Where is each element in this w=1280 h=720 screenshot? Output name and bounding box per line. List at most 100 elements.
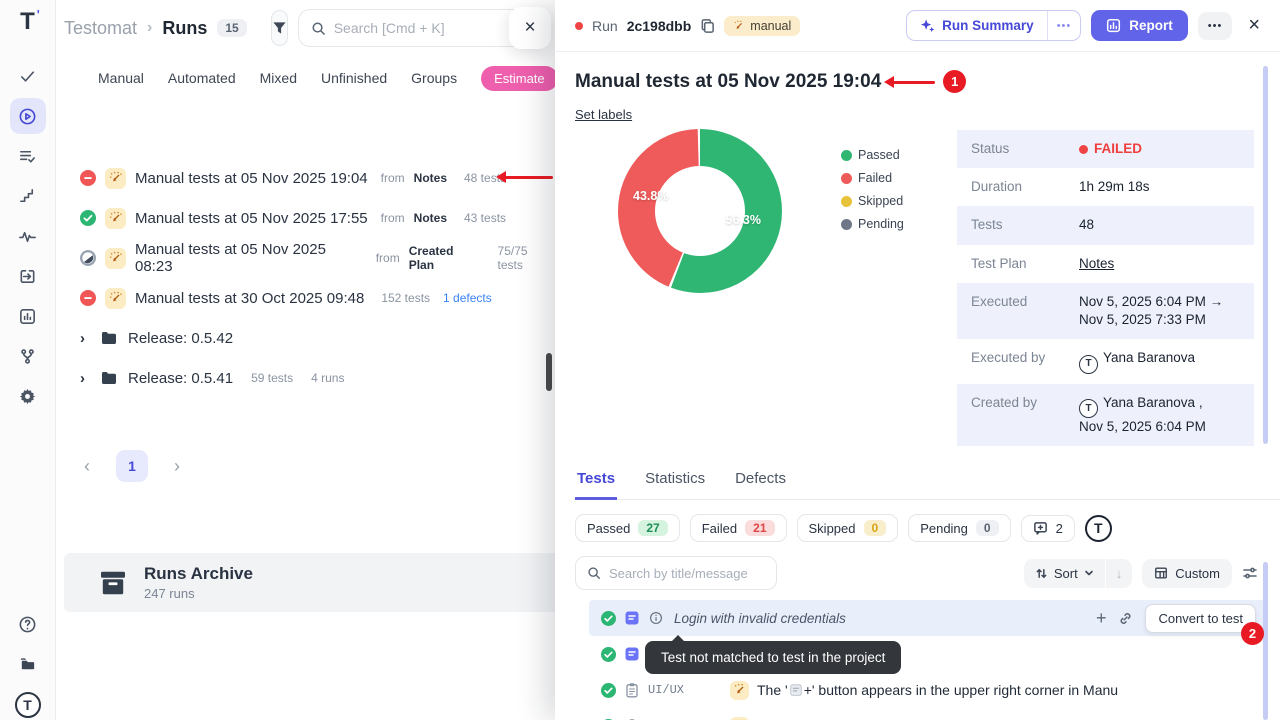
detail-scrollbar[interactable]	[1263, 66, 1268, 444]
created-date: Nov 5, 2025 6:04 PM	[1079, 419, 1206, 434]
estimate-badge[interactable]: Estimate	[481, 66, 555, 91]
release-folder-row[interactable]: › Release: 0.5.41 59 tests 4 runs	[80, 358, 555, 398]
run-summary-more-button[interactable]: •••	[1047, 11, 1081, 40]
tab-manual[interactable]: Manual	[98, 70, 144, 86]
report-button[interactable]: Report	[1091, 10, 1188, 41]
avatar-letter: T	[1085, 357, 1091, 371]
run-row[interactable]: Manual tests at 05 Nov 2025 19:04 from N…	[80, 158, 555, 198]
detail-close-button[interactable]: ×	[1242, 14, 1266, 37]
tab-unfinished[interactable]: Unfinished	[321, 70, 387, 86]
test-title-post: +' button appears in the upper right cor…	[804, 682, 1118, 698]
sort-button[interactable]: Sort	[1024, 559, 1105, 588]
runs-archive-card[interactable]: Runs Archive 247 runs	[64, 553, 555, 612]
sidebar-item-docs[interactable]	[10, 646, 46, 682]
chip-count: 27	[638, 520, 667, 536]
user-avatar[interactable]: T	[15, 692, 41, 718]
chip-pending[interactable]: Pending0	[908, 514, 1010, 542]
custom-columns-button[interactable]: Custom	[1142, 559, 1232, 588]
settings-sliders-icon[interactable]	[1242, 565, 1258, 581]
tab-defects[interactable]: Defects	[733, 462, 788, 499]
sidebar-item-runs[interactable]	[10, 98, 46, 134]
folder-icon	[100, 369, 118, 387]
tooltip: Test not matched to test in the project	[645, 641, 901, 674]
run-row[interactable]: Manual tests at 05 Nov 2025 17:55 from N…	[80, 198, 555, 238]
run-row[interactable]: Manual tests at 05 Nov 2025 08:23 from C…	[80, 238, 555, 278]
sidebar-item-settings[interactable]	[10, 378, 46, 414]
sidebar-item-activity[interactable]	[10, 218, 46, 254]
sidebar-item-analytics[interactable]	[10, 298, 46, 334]
more-actions-button[interactable]: •••	[1198, 12, 1233, 40]
chip-comments[interactable]: 2	[1021, 515, 1075, 542]
manual-badge[interactable]: manual	[724, 16, 800, 36]
sidebar-item-help[interactable]	[10, 606, 46, 642]
info-label: Duration	[971, 178, 1079, 196]
chart-legend: Passed Failed Skipped Pending	[841, 148, 927, 446]
tests-scrollbar[interactable]	[1263, 562, 1268, 720]
test-row[interactable]: UI/UX The '+' button appears in the uppe…	[589, 672, 1266, 708]
passed-status-icon	[80, 210, 96, 226]
info-row-duration: Duration 1h 29m 18s	[957, 168, 1254, 206]
run-info-table: Status FAILED Duration 1h 29m 18s Tests …	[957, 130, 1254, 446]
tab-mixed[interactable]: Mixed	[260, 70, 297, 86]
sidebar-item-import[interactable]	[10, 258, 46, 294]
copy-run-id-button[interactable]	[700, 18, 715, 33]
sidebar-item-steps[interactable]	[10, 178, 46, 214]
run-summary-label: Run Summary	[942, 18, 1034, 33]
failed-dot-icon	[1079, 145, 1088, 154]
filter-button[interactable]	[271, 10, 288, 46]
prev-page-button[interactable]: ‹	[80, 456, 94, 477]
release-folder-row[interactable]: › Release: 0.5.42	[80, 318, 555, 358]
run-summary-button[interactable]: Run Summary •••	[906, 10, 1081, 41]
chip-count: 0	[976, 520, 999, 536]
sort-control: Sort ↓	[1024, 559, 1132, 588]
test-title: The '+' button appears in the upper righ…	[757, 682, 1118, 698]
next-page-button[interactable]: ›	[170, 456, 184, 477]
assignee-avatar[interactable]: T	[1085, 515, 1112, 542]
tests-search-input[interactable]	[609, 566, 759, 581]
sidebar-item-test-list[interactable]	[10, 138, 46, 174]
donut-chart	[615, 126, 785, 296]
info-row-test-plan: Test Plan Notes	[957, 245, 1254, 283]
chip-passed[interactable]: Passed27	[575, 514, 680, 542]
legend-item-skipped: Skipped	[841, 194, 927, 208]
tab-tests[interactable]: Tests	[575, 462, 617, 500]
panel-close-button[interactable]: ×	[509, 7, 551, 49]
add-button[interactable]: +	[1096, 609, 1107, 627]
runs-search[interactable]	[298, 9, 528, 47]
test-row[interactable]: Login with invalid credentials + Convert…	[589, 600, 1266, 636]
test-plan-link[interactable]: Notes	[1079, 255, 1240, 273]
chip-skipped[interactable]: Skipped0	[797, 514, 899, 542]
chevron-right-icon[interactable]: ›	[80, 370, 90, 387]
sidebar-item-tasks[interactable]	[10, 58, 46, 94]
testomat-logo[interactable]: T'	[20, 10, 35, 34]
test-row[interactable]: UI/UX The tooltip 'Create notes' is show…	[589, 708, 1266, 720]
executed-start: Nov 5, 2025 6:04 PM →	[1079, 294, 1223, 309]
tests-search[interactable]	[575, 556, 777, 590]
runs-panel: Testomat › Runs 15 × Manual Automated Mi…	[56, 0, 555, 720]
sidebar-item-branches[interactable]	[10, 338, 46, 374]
clipboard-icon	[624, 682, 640, 698]
legend-label: Pending	[858, 217, 904, 231]
folder-runs-count: 4 runs	[311, 371, 344, 385]
chip-failed[interactable]: Failed21	[690, 514, 787, 542]
sort-direction-button[interactable]: ↓	[1105, 559, 1133, 588]
link-icon[interactable]	[1118, 611, 1133, 626]
run-defects-link[interactable]: 1 defects	[443, 291, 492, 305]
runs-search-input[interactable]	[334, 20, 515, 36]
annotation-marker-2: 2	[1241, 622, 1264, 645]
tests-value: 48	[1079, 216, 1240, 234]
info-row-executed-by: Executed by TYana Baranova	[957, 339, 1254, 383]
breadcrumb-app[interactable]: Testomat	[64, 18, 137, 39]
run-row[interactable]: Manual tests at 30 Oct 2025 09:48 152 te…	[80, 278, 555, 318]
detail-header: Run 2c198dbb manual Run Summary •••	[555, 0, 1280, 52]
chevron-right-icon[interactable]: ›	[80, 330, 90, 347]
run-from-label: from	[376, 251, 400, 265]
convert-to-test-button[interactable]: Convert to test	[1145, 604, 1256, 633]
tests-toolbar: Sort ↓ Custom	[575, 556, 1258, 590]
tab-statistics[interactable]: Statistics	[643, 462, 707, 499]
runs-scrollbar[interactable]	[546, 353, 552, 391]
tab-groups[interactable]: Groups	[411, 70, 457, 86]
set-labels-link[interactable]: Set labels	[575, 107, 632, 122]
tab-automated[interactable]: Automated	[168, 70, 236, 86]
page-1-button[interactable]: 1	[116, 450, 148, 482]
